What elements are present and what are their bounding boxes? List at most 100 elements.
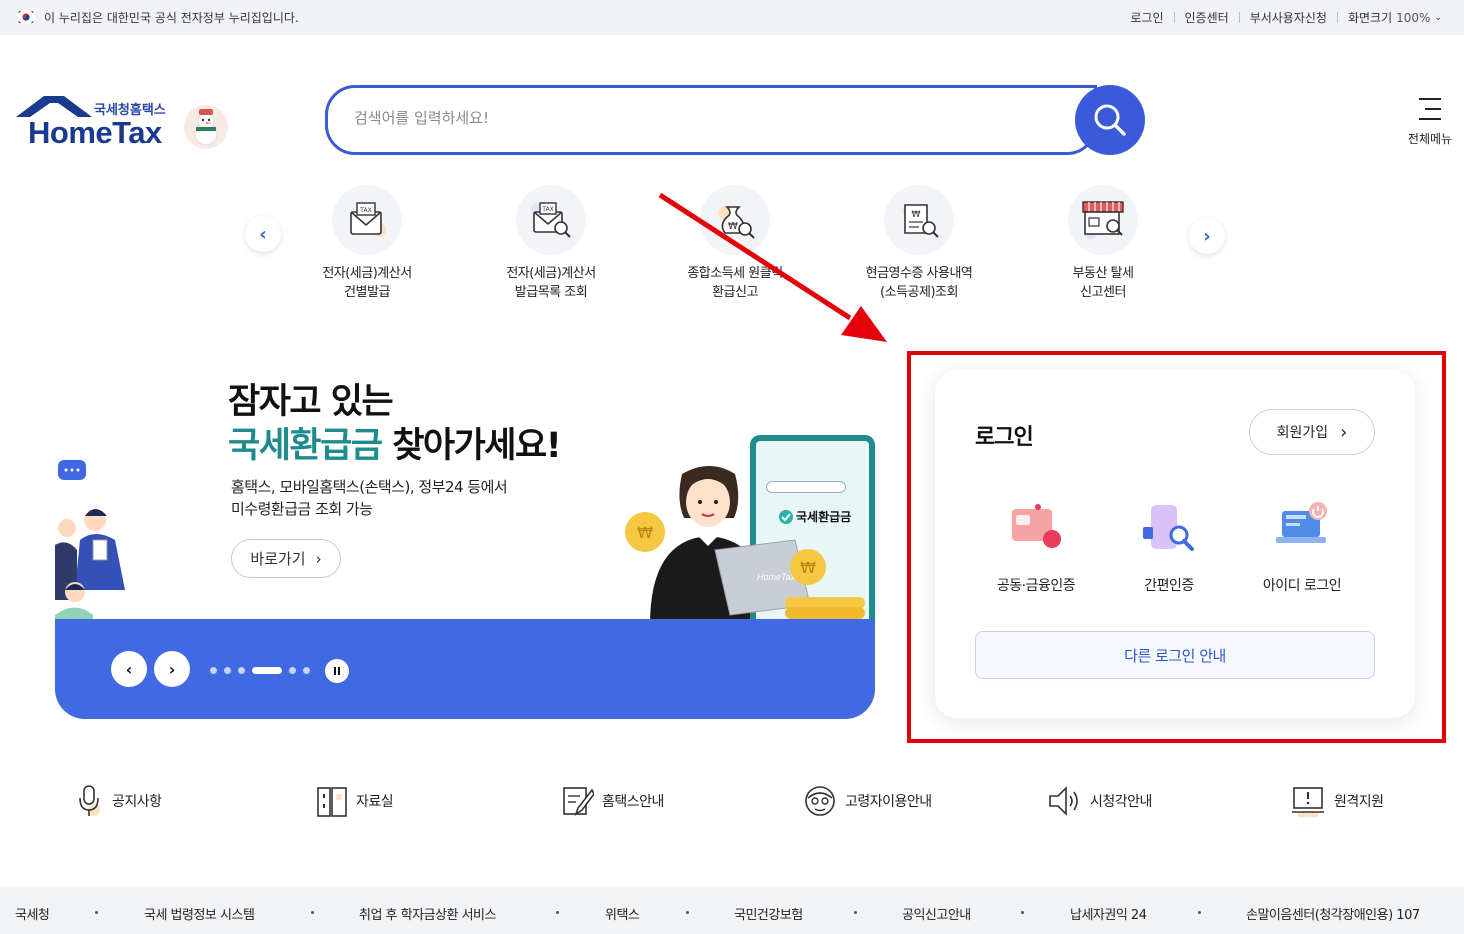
footer-link[interactable]: 국세 법령정보 시스템	[144, 904, 255, 923]
search-input[interactable]	[354, 109, 1054, 127]
zoom-label: 화면크기	[1347, 11, 1393, 25]
footer-link[interactable]: 취업 후 학자금상환 서비스	[359, 904, 496, 923]
banner-prev-button[interactable]: ‹	[111, 651, 147, 687]
zoom-dropdown[interactable]: 화면크기 100% ⌄	[1348, 9, 1442, 26]
footer-link[interactable]: 국세청	[15, 904, 50, 923]
footer-link[interactable]: 납세자권익 24	[1070, 904, 1147, 923]
chevron-down-icon: ⌄	[1434, 12, 1442, 23]
quick-menu-next-button[interactable]: ›	[1189, 218, 1225, 254]
refund-card-label: 국세환급금	[796, 510, 852, 524]
util-link-audiovisual[interactable]: 시청각안내	[1048, 784, 1152, 818]
quick-item-label: 전자(세금)계산서 건별발급	[322, 266, 412, 300]
footer-dot	[95, 911, 98, 914]
chevron-right-icon: ›	[1203, 225, 1211, 247]
banner-desc-line2: 미수령환급금 조회 가능	[231, 500, 373, 518]
util-link-label: 공지사항	[112, 794, 162, 810]
korea-flag-icon	[17, 10, 35, 24]
quick-item-realestate-report[interactable]: 부동산 탈세 신고센터	[1011, 185, 1195, 302]
util-link-senior[interactable]: 고령자이용안내	[803, 784, 932, 818]
chevron-left-icon: ‹	[259, 223, 267, 245]
full-menu-button[interactable]: 전체메뉴	[1400, 95, 1460, 150]
login-highlight-box	[907, 351, 1446, 743]
banner-title-line2: 국세환급금 찾아가세요!	[228, 417, 562, 468]
banner-title-rest: 찾아가세요!	[381, 426, 561, 466]
gov-notice-bar: 이 누리집은 대한민국 공식 전자정부 누리집입니다. 로그인 인증센터 부서사…	[0, 0, 1464, 35]
hometax-logo[interactable]: 국세청홈택스 HomeTax	[14, 93, 230, 155]
speaker-icon	[1049, 786, 1078, 816]
tax-invoice-search-icon: TAX	[516, 185, 586, 255]
search-button[interactable]	[1075, 85, 1145, 155]
banner-dot[interactable]	[289, 667, 296, 674]
footer-dot	[854, 911, 857, 914]
footer-link[interactable]: 공익신고안내	[902, 904, 971, 923]
main-banner: ₩ 국세환급금 HomeTax ₩ 잠자고 있는 국세환급금 찾아가세요! 홈택…	[55, 340, 875, 720]
search-icon	[1094, 104, 1126, 136]
senior-face-icon	[805, 786, 835, 816]
utility-links: 로그인 인증센터 부서사용자신청 화면크기 100% ⌄	[1130, 9, 1442, 26]
banner-dot[interactable]	[303, 667, 310, 674]
related-sites-footer: 국세청 국세 법령정보 시스템 취업 후 학자금상환 서비스 위택스 국민건강보…	[0, 887, 1464, 934]
banner-pause-button[interactable]	[325, 659, 349, 683]
svg-text:TAX: TAX	[541, 206, 553, 213]
banner-dot[interactable]	[210, 667, 217, 674]
logo-wordmark: HomeTax	[28, 115, 162, 150]
chevron-right-icon: ›	[168, 659, 176, 679]
util-link-label: 자료실	[356, 794, 394, 810]
divider	[1238, 12, 1240, 23]
util-link-notice[interactable]: 공지사항	[76, 784, 162, 818]
footer-link[interactable]: 위택스	[605, 904, 640, 923]
util-link-remote[interactable]: 원격지원	[1290, 784, 1384, 818]
util-link-archive[interactable]: 자료실	[316, 784, 394, 818]
banner-pagination	[210, 667, 310, 674]
util-cert-center-link[interactable]: 인증센터	[1185, 9, 1229, 26]
banner-desc-line1: 홈택스, 모바일홈택스(손택스), 정부24 등에서	[231, 478, 508, 496]
remote-monitor-icon	[1292, 787, 1324, 817]
footer-dot	[1198, 911, 1201, 914]
quick-item-invoice-list[interactable]: TAX 전자(세금)계산서 발급목록 조회	[459, 185, 643, 302]
store-search-icon	[1068, 185, 1138, 255]
footer-link[interactable]: 국민건강보험	[734, 904, 803, 923]
banner-dot[interactable]	[224, 667, 231, 674]
banner-next-button[interactable]: ›	[154, 651, 190, 687]
banner-dot[interactable]	[252, 667, 282, 674]
check-icon	[779, 510, 793, 524]
footer-link[interactable]: 손말이음센터(청각장애인용) 107	[1246, 904, 1420, 923]
quick-item-label: 부동산 탈세 신고센터	[1072, 266, 1134, 300]
util-link-label: 홈택스안내	[602, 794, 664, 810]
divider	[1173, 12, 1175, 23]
chevron-right-icon: ›	[315, 549, 322, 568]
quick-item-label: 전자(세금)계산서 발급목록 조회	[506, 266, 596, 300]
phone-field	[766, 481, 846, 493]
tax-invoice-envelope-icon: TAX	[332, 185, 402, 255]
svg-text:HomeTax: HomeTax	[757, 572, 796, 582]
hamburger-icon	[1419, 98, 1441, 120]
full-menu-label: 전체메뉴	[1407, 132, 1453, 146]
banner-dot[interactable]	[238, 667, 245, 674]
coin-laptop-illustration: HomeTax ₩	[714, 539, 865, 619]
util-link-guide[interactable]: 홈택스안내	[562, 784, 664, 818]
banner-go-button[interactable]: 바로가기 ›	[231, 539, 341, 578]
banner-go-label: 바로가기	[250, 550, 306, 568]
search-box	[325, 85, 1097, 155]
banner-title-highlight: 국세환급금	[228, 426, 383, 466]
microphone-icon	[79, 785, 100, 816]
annotation-arrow	[658, 192, 887, 342]
util-login-link[interactable]: 로그인	[1130, 9, 1163, 26]
document-cabinet-icon	[317, 787, 347, 817]
svg-text:TAX: TAX	[359, 207, 371, 214]
util-dept-user-link[interactable]: 부서사용자신청	[1250, 9, 1327, 26]
svg-text:₩: ₩	[637, 523, 653, 542]
svg-text:₩: ₩	[912, 210, 921, 220]
snowman-icon	[184, 105, 228, 149]
chevron-left-icon: ‹	[125, 659, 133, 679]
quick-item-invoice-issue[interactable]: TAX 전자(세금)계산서 건별발급	[275, 185, 459, 302]
pause-icon	[334, 667, 340, 675]
util-link-label: 원격지원	[1334, 794, 1384, 810]
footer-dot	[556, 911, 559, 914]
footer-dot	[311, 911, 314, 914]
edit-document-icon	[563, 787, 594, 816]
divider	[1336, 12, 1338, 23]
util-link-label: 고령자이용안내	[845, 794, 932, 810]
util-link-label: 시청각안내	[1090, 794, 1152, 810]
footer-dot	[686, 911, 689, 914]
